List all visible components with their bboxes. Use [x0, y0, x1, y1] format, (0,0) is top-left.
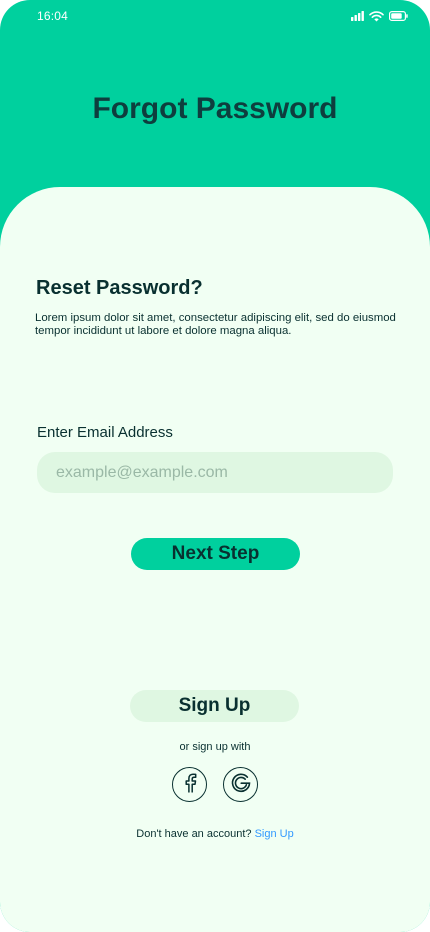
status-time: 16:04 — [37, 9, 69, 23]
account-prompt-text: Don't have an account? — [136, 828, 252, 840]
facebook-icon — [183, 773, 197, 796]
reset-description: Lorem ipsum dolor sit amet, consectetur … — [35, 312, 396, 337]
google-button[interactable] — [223, 767, 258, 802]
content-sheet: Reset Password? Lorem ipsum dolor sit am… — [0, 187, 430, 932]
google-icon — [230, 772, 252, 797]
email-input[interactable] — [37, 452, 393, 493]
battery-icon — [389, 11, 408, 21]
phone-screen: 16:04 Forgot Password Reset Password? Lo… — [0, 0, 430, 932]
page-title: Forgot Password — [92, 92, 338, 125]
facebook-button[interactable] — [172, 767, 207, 802]
signal-icon — [351, 11, 364, 21]
sign-up-link[interactable]: Sign Up — [255, 828, 294, 840]
social-login-row — [0, 767, 430, 802]
next-step-button[interactable]: Next Step — [131, 538, 300, 570]
email-label: Enter Email Address — [37, 424, 173, 441]
status-icons — [351, 10, 408, 22]
wifi-icon — [369, 10, 384, 22]
account-prompt: Don't have an account? Sign Up — [0, 828, 430, 840]
status-bar: 16:04 — [0, 0, 430, 32]
sign-up-button[interactable]: Sign Up — [130, 690, 299, 722]
or-sign-up-with-text: or sign up with — [179, 741, 251, 753]
reset-heading: Reset Password? — [36, 277, 203, 299]
